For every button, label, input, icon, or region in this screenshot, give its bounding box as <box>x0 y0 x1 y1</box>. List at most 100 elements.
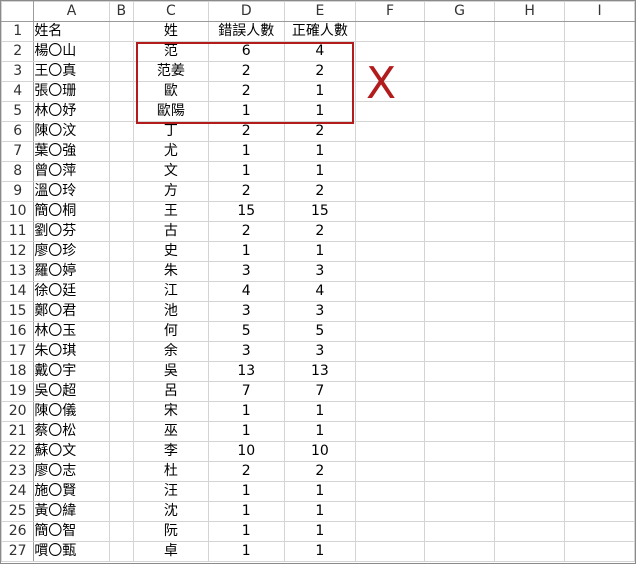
cell-empty[interactable] <box>424 521 496 542</box>
cell-empty[interactable] <box>494 121 566 142</box>
cell-name[interactable]: 曾〇萍 <box>33 161 110 182</box>
column-header-b[interactable]: B <box>108 1 135 22</box>
cell-empty[interactable] <box>494 461 566 482</box>
cell-empty[interactable] <box>108 221 135 242</box>
cell-correct-count[interactable]: 2 <box>283 121 357 142</box>
cell-name[interactable]: 林〇妤 <box>33 101 110 122</box>
select-all-corner[interactable] <box>1 1 35 22</box>
cell-surname[interactable]: 歐 <box>133 81 209 102</box>
cell-surname[interactable]: 古 <box>133 221 209 242</box>
cell-surname[interactable]: 何 <box>133 321 209 342</box>
row-header[interactable]: 8 <box>1 161 35 182</box>
column-header-g[interactable]: G <box>424 1 496 22</box>
cell-wrong-count[interactable]: 1 <box>207 101 285 122</box>
cell-empty[interactable] <box>494 321 566 342</box>
cell-empty[interactable] <box>355 461 426 482</box>
cell-empty[interactable] <box>424 421 496 442</box>
cell-surname[interactable]: 巫 <box>133 421 209 442</box>
cell-surname[interactable]: 方 <box>133 181 209 202</box>
cell-name[interactable]: 戴〇宇 <box>33 361 110 382</box>
cell-empty[interactable] <box>355 321 426 342</box>
cell-empty[interactable] <box>108 41 135 62</box>
cell-name[interactable]: 徐〇廷 <box>33 281 110 302</box>
cell-empty[interactable] <box>564 101 635 122</box>
cell-wrong-count[interactable]: 2 <box>207 221 285 242</box>
cell-empty[interactable] <box>564 141 635 162</box>
cell-empty[interactable] <box>355 201 426 222</box>
row-header[interactable]: 27 <box>1 541 35 562</box>
cell-empty[interactable] <box>424 21 496 42</box>
cell-correct-count[interactable]: 15 <box>283 201 357 222</box>
cell-wrong-count[interactable]: 5 <box>207 321 285 342</box>
cell-empty[interactable] <box>424 301 496 322</box>
cell-empty[interactable] <box>494 401 566 422</box>
cell-correct-count[interactable]: 1 <box>283 101 357 122</box>
cell-empty[interactable] <box>108 361 135 382</box>
cell-name[interactable]: 吳〇超 <box>33 381 110 402</box>
row-header[interactable]: 18 <box>1 361 35 382</box>
cell-empty[interactable] <box>564 321 635 342</box>
cell-surname[interactable]: 文 <box>133 161 209 182</box>
cell-empty[interactable] <box>108 421 135 442</box>
cell-empty[interactable] <box>355 381 426 402</box>
cell-empty[interactable] <box>108 141 135 162</box>
cell-empty[interactable] <box>564 381 635 402</box>
cell-surname[interactable]: 汪 <box>133 481 209 502</box>
cell-wrong-count[interactable]: 1 <box>207 541 285 562</box>
cell-wrong-count[interactable]: 7 <box>207 381 285 402</box>
cell-surname[interactable]: 池 <box>133 301 209 322</box>
cell-wrong-count[interactable]: 1 <box>207 141 285 162</box>
cell-surname[interactable]: 歐陽 <box>133 101 209 122</box>
cell-correct-count[interactable]: 1 <box>283 481 357 502</box>
cell-surname[interactable]: 王 <box>133 201 209 222</box>
cell-name[interactable]: 鄭〇君 <box>33 301 110 322</box>
cell-name[interactable]: 蔡〇松 <box>33 421 110 442</box>
cell-empty[interactable] <box>564 501 635 522</box>
cell-surname[interactable]: 宋 <box>133 401 209 422</box>
cell-empty[interactable] <box>494 181 566 202</box>
cell-correct-count[interactable]: 1 <box>283 141 357 162</box>
cell-empty[interactable] <box>564 221 635 242</box>
cell-empty[interactable] <box>564 481 635 502</box>
cell-empty[interactable] <box>355 181 426 202</box>
cell-wrong-count[interactable]: 2 <box>207 181 285 202</box>
row-header[interactable]: 14 <box>1 281 35 302</box>
cell-empty[interactable] <box>108 541 135 562</box>
cell-wrong-count[interactable]: 3 <box>207 261 285 282</box>
row-header[interactable]: 10 <box>1 201 35 222</box>
cell-empty[interactable] <box>564 361 635 382</box>
cell-wrong-count[interactable]: 13 <box>207 361 285 382</box>
cell-empty[interactable] <box>355 401 426 422</box>
cell-empty[interactable] <box>494 381 566 402</box>
cell-empty[interactable] <box>424 381 496 402</box>
cell-empty[interactable] <box>108 161 135 182</box>
cell-empty[interactable] <box>355 421 426 442</box>
cell-empty[interactable] <box>564 261 635 282</box>
cell-correct-count[interactable]: 10 <box>283 441 357 462</box>
cell-empty[interactable] <box>355 441 426 462</box>
cell-correct-count[interactable]: 2 <box>283 461 357 482</box>
row-header[interactable]: 5 <box>1 101 35 122</box>
cell-empty[interactable] <box>424 141 496 162</box>
cell-correct-count[interactable]: 正確人數 <box>283 21 357 42</box>
cell-empty[interactable] <box>108 281 135 302</box>
cell-name[interactable]: 張〇珊 <box>33 81 110 102</box>
cell-empty[interactable] <box>494 41 566 62</box>
cell-empty[interactable] <box>355 141 426 162</box>
cell-empty[interactable] <box>108 81 135 102</box>
cell-empty[interactable] <box>424 341 496 362</box>
cell-name[interactable]: 劉〇芬 <box>33 221 110 242</box>
cell-empty[interactable] <box>494 81 566 102</box>
cell-empty[interactable] <box>494 541 566 562</box>
cell-empty[interactable] <box>424 461 496 482</box>
cell-empty[interactable] <box>355 281 426 302</box>
cell-empty[interactable] <box>494 501 566 522</box>
cell-wrong-count[interactable]: 1 <box>207 481 285 502</box>
cell-empty[interactable] <box>424 121 496 142</box>
cell-empty[interactable] <box>355 301 426 322</box>
cell-empty[interactable] <box>564 201 635 222</box>
cell-empty[interactable] <box>108 521 135 542</box>
column-header-a[interactable]: A <box>33 1 110 22</box>
cell-empty[interactable] <box>564 541 635 562</box>
cell-empty[interactable] <box>424 41 496 62</box>
